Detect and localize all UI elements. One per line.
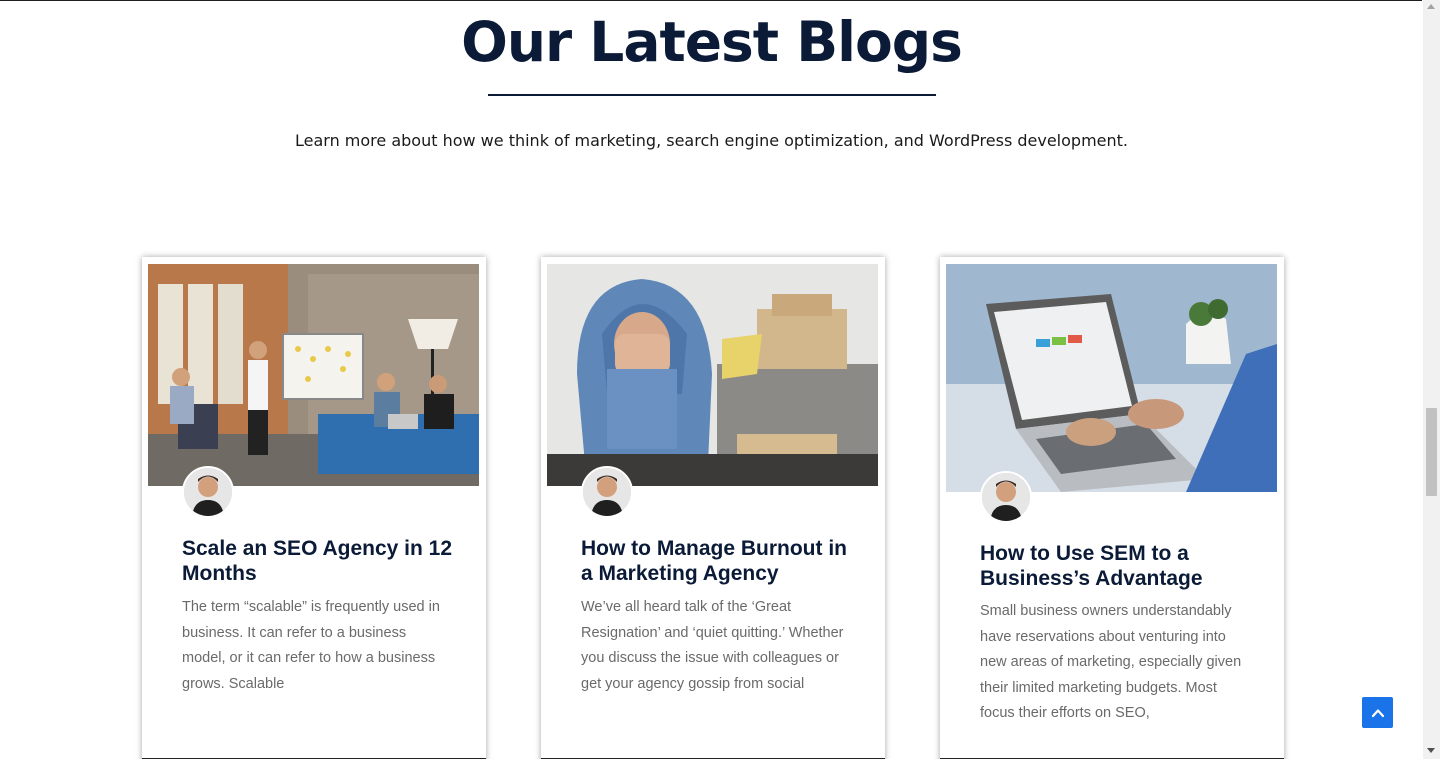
- blog-card[interactable]: Scale an SEO Agency in 12 Months The ter…: [142, 257, 486, 759]
- post-excerpt: Small business owners understandably hav…: [980, 603, 1242, 722]
- blog-card[interactable]: How to Use SEM to a Business’s Advantage…: [940, 257, 1284, 759]
- author-avatar-image: [982, 473, 1030, 521]
- vertical-scrollbar[interactable]: [1423, 0, 1440, 759]
- chevron-up-icon: [1371, 708, 1384, 717]
- post-title[interactable]: Scale an SEO Agency in 12 Months: [182, 536, 452, 586]
- blog-card[interactable]: How to Manage Burnout in a Marketing Age…: [541, 257, 885, 759]
- section-subtitle: Learn more about how we think of marketi…: [294, 131, 1128, 150]
- title-underline: [488, 94, 936, 96]
- blog-image[interactable]: [148, 264, 479, 486]
- section-title: Our Latest Blogs: [461, 10, 963, 74]
- laptop-image: [946, 264, 1277, 492]
- post-title[interactable]: How to Use SEM to a Business’s Advantage: [980, 541, 1250, 591]
- blog-image[interactable]: [946, 264, 1277, 492]
- author-avatar[interactable]: [581, 466, 633, 518]
- post-excerpt: The term “scalable” is frequently used i…: [182, 599, 440, 692]
- scroll-up-arrow-icon[interactable]: [1427, 4, 1435, 9]
- post-title[interactable]: How to Manage Burnout in a Marketing Age…: [581, 536, 851, 586]
- author-avatar-image: [184, 468, 232, 516]
- blog-image[interactable]: [547, 264, 878, 486]
- top-divider: [0, 0, 1422, 1]
- author-avatar[interactable]: [980, 471, 1032, 523]
- post-excerpt: We’ve all heard talk of the ‘Great Resig…: [581, 599, 844, 692]
- scroll-down-arrow-icon[interactable]: [1427, 748, 1435, 753]
- author-avatar[interactable]: [182, 466, 234, 518]
- burnout-image: [547, 264, 878, 486]
- scrollbar-thumb[interactable]: [1426, 408, 1437, 496]
- back-to-top-button[interactable]: [1362, 697, 1393, 728]
- team-meeting-image: [148, 264, 479, 486]
- author-avatar-image: [583, 468, 631, 516]
